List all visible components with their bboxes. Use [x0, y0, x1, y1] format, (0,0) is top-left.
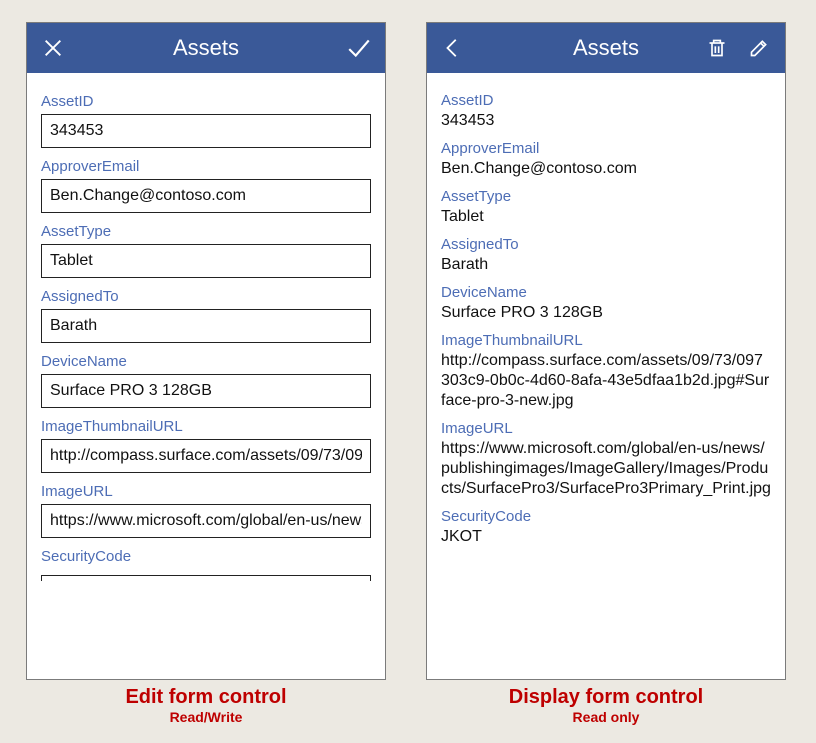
label-assetid: AssetID	[41, 93, 371, 110]
caption-display-title: Display form control	[426, 686, 786, 709]
dfield-securitycode: SecurityCode JKOT	[441, 508, 771, 547]
label-assettype: AssetType	[41, 223, 371, 240]
caption-edit-title: Edit form control	[26, 686, 386, 709]
input-assetid[interactable]	[41, 114, 371, 148]
label-devicename: DeviceName	[41, 353, 371, 370]
back-icon[interactable]	[439, 34, 467, 62]
field-devicename: DeviceName	[41, 353, 371, 408]
dfield-imageurl: ImageURL https://www.microsoft.com/globa…	[441, 420, 771, 499]
field-assignedto: AssignedTo	[41, 288, 371, 343]
edit-form-panel: Assets AssetID ApproverEmail AssetType	[26, 22, 386, 680]
edit-titlebar: Assets	[27, 23, 385, 73]
field-securitycode: SecurityCode	[41, 548, 371, 587]
input-imageurl[interactable]	[41, 504, 371, 538]
caption-display: Display form control Read only	[426, 686, 786, 725]
label-approveremail: ApproverEmail	[41, 158, 371, 175]
caption-display-sub: Read only	[426, 709, 786, 725]
dlabel-assettype: AssetType	[441, 188, 771, 205]
input-assettype[interactable]	[41, 244, 371, 278]
dlabel-devicename: DeviceName	[441, 284, 771, 301]
dvalue-securitycode: JKOT	[441, 527, 771, 547]
dvalue-approveremail: Ben.Change@contoso.com	[441, 159, 771, 179]
dvalue-devicename: Surface PRO 3 128GB	[441, 303, 771, 323]
field-approveremail: ApproverEmail	[41, 158, 371, 213]
display-body: AssetID 343453 ApproverEmail Ben.Change@…	[427, 73, 785, 679]
dlabel-imagethumb: ImageThumbnailURL	[441, 332, 771, 349]
label-imageurl: ImageURL	[41, 483, 371, 500]
dlabel-imageurl: ImageURL	[441, 420, 771, 437]
close-icon[interactable]	[39, 34, 67, 62]
field-imageurl: ImageURL	[41, 483, 371, 538]
dlabel-assetid: AssetID	[441, 92, 771, 109]
input-securitycode[interactable]	[41, 575, 371, 581]
dfield-assettype: AssetType Tablet	[441, 188, 771, 227]
dvalue-assetid: 343453	[441, 111, 771, 131]
edit-title: Assets	[27, 35, 385, 61]
label-assignedto: AssignedTo	[41, 288, 371, 305]
accept-icon[interactable]	[345, 34, 373, 62]
dfield-approveremail: ApproverEmail Ben.Change@contoso.com	[441, 140, 771, 179]
label-securitycode: SecurityCode	[41, 548, 371, 565]
dlabel-securitycode: SecurityCode	[441, 508, 771, 525]
edit-body: AssetID ApproverEmail AssetType Assigned…	[27, 73, 385, 679]
input-approveremail[interactable]	[41, 179, 371, 213]
field-assettype: AssetType	[41, 223, 371, 278]
dfield-assetid: AssetID 343453	[441, 92, 771, 131]
caption-edit-sub: Read/Write	[26, 709, 386, 725]
caption-edit: Edit form control Read/Write	[26, 686, 386, 725]
dlabel-approveremail: ApproverEmail	[441, 140, 771, 157]
dvalue-assignedto: Barath	[441, 255, 771, 275]
field-imagethumb: ImageThumbnailURL	[41, 418, 371, 473]
dlabel-assignedto: AssignedTo	[441, 236, 771, 253]
edit-icon[interactable]	[745, 34, 773, 62]
dfield-imagethumb: ImageThumbnailURL http://compass.surface…	[441, 332, 771, 411]
trash-icon[interactable]	[703, 34, 731, 62]
input-assignedto[interactable]	[41, 309, 371, 343]
field-assetid: AssetID	[41, 93, 371, 148]
dfield-devicename: DeviceName Surface PRO 3 128GB	[441, 284, 771, 323]
dfield-assignedto: AssignedTo Barath	[441, 236, 771, 275]
label-imagethumb: ImageThumbnailURL	[41, 418, 371, 435]
input-devicename[interactable]	[41, 374, 371, 408]
display-titlebar: Assets	[427, 23, 785, 73]
dvalue-imageurl: https://www.microsoft.com/global/en-us/n…	[441, 439, 771, 499]
input-imagethumb[interactable]	[41, 439, 371, 473]
dvalue-imagethumb: http://compass.surface.com/assets/09/73/…	[441, 351, 771, 411]
dvalue-assettype: Tablet	[441, 207, 771, 227]
display-form-panel: Assets AssetID 343453 ApproverEmail Ben.…	[426, 22, 786, 680]
